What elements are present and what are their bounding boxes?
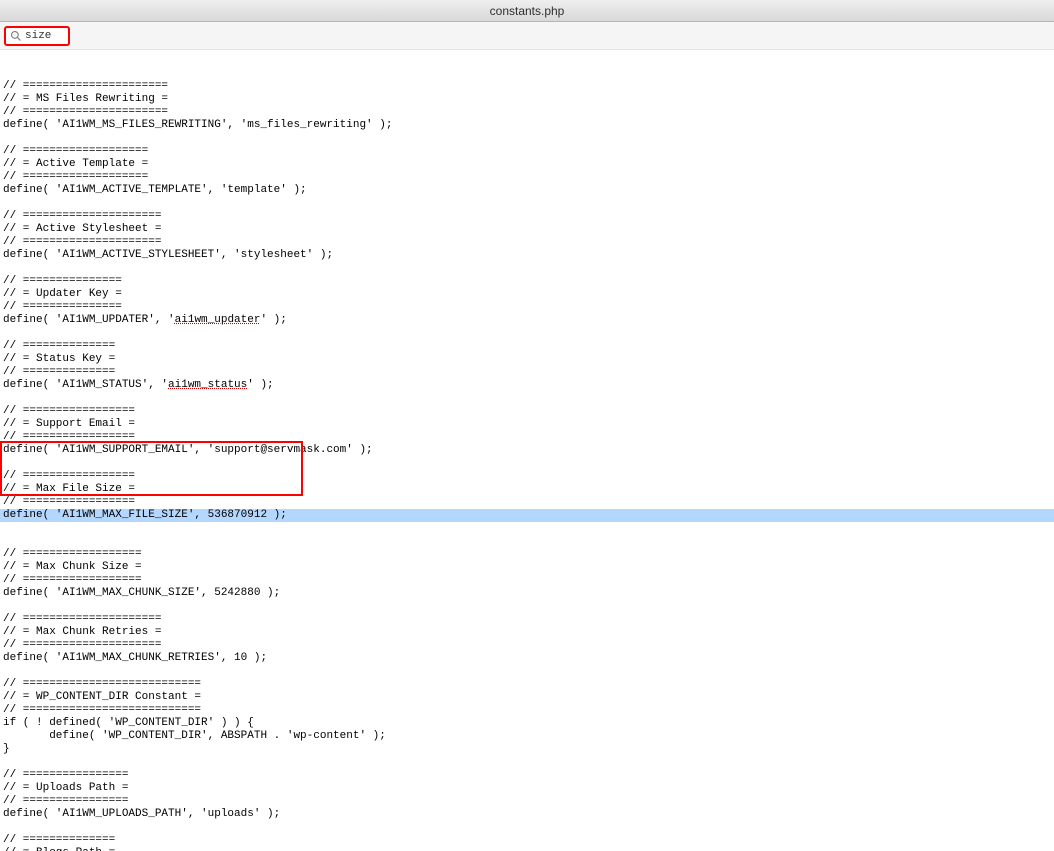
code-line[interactable]: // ================= [3,405,135,417]
code-line[interactable]: // ====================== [3,106,168,118]
code-line[interactable]: if ( ! defined( 'WP_CONTENT_DIR' ) ) { [3,717,254,729]
code-line[interactable]: // ================= [3,496,135,508]
code-line[interactable]: // ============== [3,834,115,846]
code-line[interactable]: // ================ [3,795,128,807]
code-line[interactable]: // ====================== [3,80,168,92]
code-line[interactable]: // = Support Email = [3,418,135,430]
code-line[interactable]: define( 'AI1WM_MS_FILES_REWRITING', 'ms_… [3,119,392,131]
code-line[interactable]: define( 'AI1WM_UPDATER', 'ai1wm_updater'… [3,314,287,326]
code-line[interactable]: define( 'AI1WM_MAX_CHUNK_SIZE', 5242880 … [3,587,280,599]
search-input[interactable] [25,30,60,42]
window-title: constants.php [490,4,565,18]
code-line[interactable]: define( 'AI1WM_ACTIVE_TEMPLATE', 'templa… [3,184,307,196]
code-line[interactable]: // ================= [3,470,135,482]
code-line[interactable]: define( 'AI1WM_UPLOADS_PATH', 'uploads' … [3,808,280,820]
code-line[interactable]: } [3,743,10,755]
code-line[interactable]: define( 'AI1WM_ACTIVE_STYLESHEET', 'styl… [3,249,333,261]
search-icon [10,30,22,42]
code-line[interactable]: // ================= [3,431,135,443]
code-line[interactable]: // = Status Key = [3,353,115,365]
code-line[interactable]: // ================== [3,548,142,560]
code-line[interactable]: // ============== [3,366,115,378]
code-line[interactable]: // ============== [3,340,115,352]
code-line[interactable]: // = WP_CONTENT_DIR Constant = [3,691,201,703]
code-line[interactable]: // = Max File Size = [3,483,135,495]
code-line[interactable]: // = Blogs Path = [3,847,115,851]
search-box[interactable] [4,26,70,46]
code-line[interactable]: // =================== [3,171,148,183]
code-line[interactable]: // ================ [3,769,128,781]
code-line[interactable]: // ===================== [3,236,161,248]
code-line[interactable]: // =============== [3,275,122,287]
code-line[interactable]: define( 'AI1WM_SUPPORT_EMAIL', 'support@… [3,444,373,456]
code-line[interactable]: // = Max Chunk Retries = [3,626,161,638]
code-line[interactable]: // =========================== [3,678,201,690]
code-line[interactable]: // ================== [3,574,142,586]
code-line[interactable]: define( 'WP_CONTENT_DIR', ABSPATH . 'wp-… [3,730,386,742]
window-titlebar: constants.php [0,0,1054,22]
code-line[interactable]: define( 'AI1WM_MAX_CHUNK_RETRIES', 10 ); [3,652,267,664]
code-line[interactable]: // = Uploads Path = [3,782,128,794]
code-editor[interactable]: // ====================== // = MS Files … [0,50,1054,851]
code-line[interactable]: // = Max Chunk Size = [3,561,142,573]
code-line[interactable]: // ===================== [3,639,161,651]
code-line[interactable]: // = Active Stylesheet = [3,223,161,235]
code-line[interactable]: // =========================== [3,704,201,716]
code-line[interactable]: // = Updater Key = [3,288,122,300]
code-line[interactable]: // = Active Template = [3,158,148,170]
search-toolbar [0,22,1054,50]
code-line[interactable]: define( 'AI1WM_STATUS', 'ai1wm_status' )… [3,379,274,391]
code-line[interactable]: // ===================== [3,613,161,625]
code-line[interactable]: // ===================== [3,210,161,222]
code-line[interactable]: // =================== [3,145,148,157]
code-line[interactable]: define( 'AI1WM_MAX_FILE_SIZE', 536870912… [0,509,1054,522]
code-line[interactable]: // = MS Files Rewriting = [3,93,168,105]
code-line[interactable]: // =============== [3,301,122,313]
